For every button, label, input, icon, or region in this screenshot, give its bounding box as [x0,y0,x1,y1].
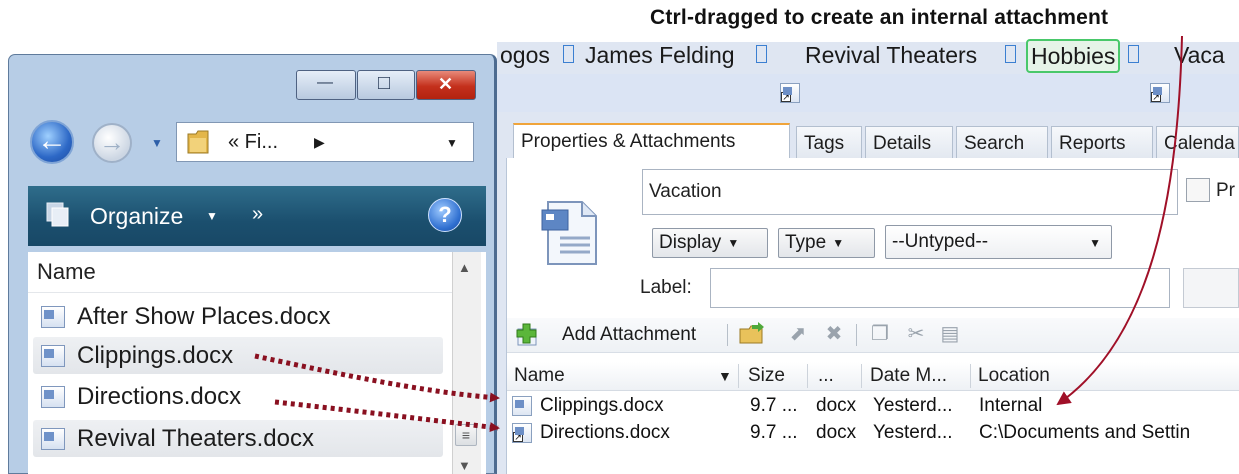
drag-arrows-overlay [254,35,1183,433]
drag-arrow-directions [274,399,500,433]
drag-arrow-clippings [254,353,500,403]
annotation-pointer-arrow [1056,35,1183,406]
